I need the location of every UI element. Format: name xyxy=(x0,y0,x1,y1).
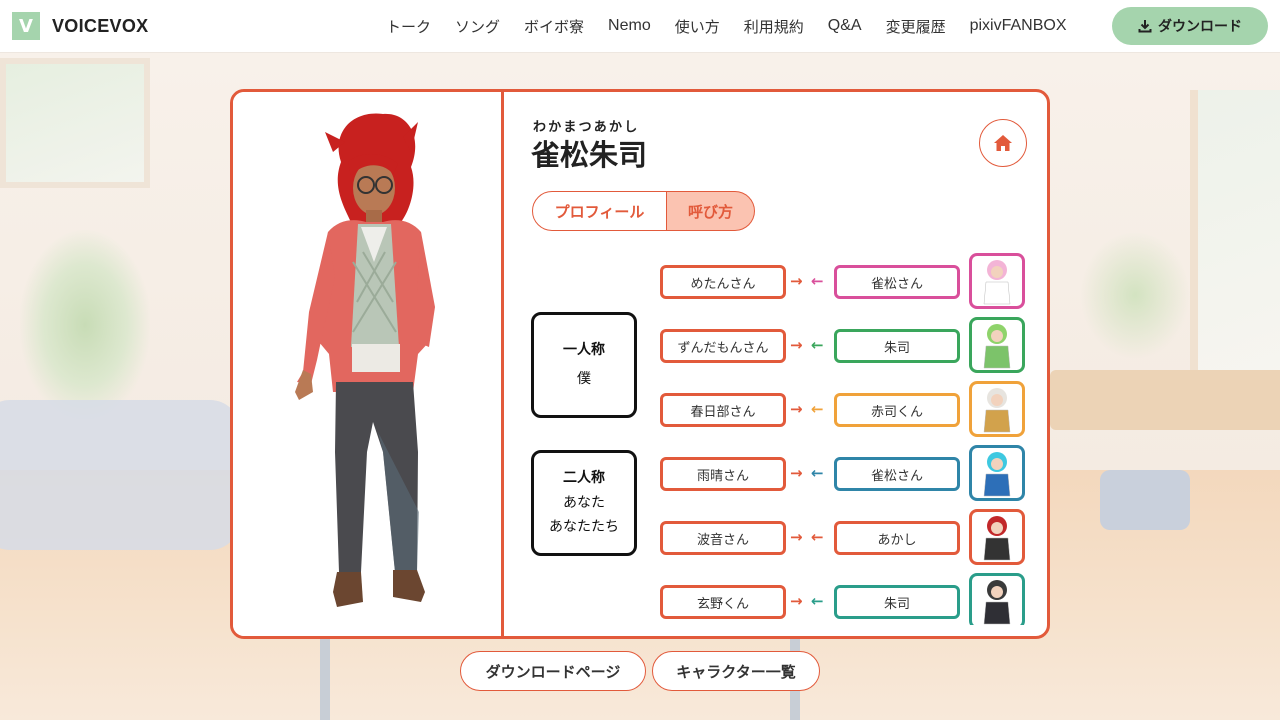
nav-link-nemo[interactable]: Nemo xyxy=(608,17,651,35)
called-by-label: 雀松さん xyxy=(834,265,960,299)
call-row: めたんさん → ← 雀松さん xyxy=(660,253,1030,309)
download-label: ダウンロード xyxy=(1158,19,1242,35)
arrow-left-icon: ← xyxy=(811,528,824,546)
first-person-label: 一人称 xyxy=(563,342,605,358)
calls-them-label: ずんだもんさん xyxy=(660,329,786,363)
home-icon xyxy=(994,135,1012,151)
arrow-right-icon: → xyxy=(790,592,803,610)
calls-them-label: 波音さん xyxy=(660,521,786,555)
called-by-label: 雀松さん xyxy=(834,457,960,491)
character-thumbnail-icon xyxy=(983,324,1011,369)
second-person-value-1: あなた xyxy=(563,495,605,511)
character-thumbnail[interactable] xyxy=(969,573,1025,625)
nav-link-dorm[interactable]: ボイボ寮 xyxy=(524,16,584,37)
character-thumbnail[interactable] xyxy=(969,253,1025,309)
nav-link-talk[interactable]: トーク xyxy=(386,16,431,37)
calls-them-label: 春日部さん xyxy=(660,393,786,427)
character-name: 雀松朱司 xyxy=(531,138,648,172)
nav-link-fanbox[interactable]: pixivFANBOX xyxy=(970,17,1067,35)
nav-link-changelog[interactable]: 変更履歴 xyxy=(886,16,946,37)
logo-mark: V xyxy=(12,12,40,40)
call-row: 春日部さん → ← 赤司くん xyxy=(660,381,1030,437)
character-thumbnail[interactable] xyxy=(969,445,1025,501)
character-thumbnail[interactable] xyxy=(969,509,1025,565)
character-detail-pane: わかまつあかし 雀松朱司 プロフィール 呼び方 一人称 僕 二人称 あなた あな… xyxy=(507,92,1047,636)
called-by-label: あかし xyxy=(834,521,960,555)
first-person-box: 一人称 僕 xyxy=(531,312,637,418)
logo[interactable]: V VOICEVOX xyxy=(12,12,148,40)
calls-them-label: めたんさん xyxy=(660,265,786,299)
call-list: めたんさん → ← 雀松さん ずんだもんさん → ← 朱司 春日部さん → ← 赤司くん 雨晴さん → ← 雀… xyxy=(660,253,1040,625)
arrow-left-icon: ← xyxy=(811,336,824,354)
arrow-right-icon: → xyxy=(790,464,803,482)
home-button[interactable] xyxy=(979,119,1027,167)
top-nav: V VOICEVOX トーク ソング ボイボ寮 Nemo 使い方 利用規約 Q&… xyxy=(0,0,1280,52)
character-thumbnail[interactable] xyxy=(969,317,1025,373)
arrow-left-icon: ← xyxy=(811,464,824,482)
call-row: 雨晴さん → ← 雀松さん xyxy=(660,445,1030,501)
character-thumbnail[interactable] xyxy=(969,381,1025,437)
nav-link-howto[interactable]: 使い方 xyxy=(675,16,720,37)
download-button[interactable]: ダウンロード xyxy=(1112,7,1268,45)
called-by-label: 朱司 xyxy=(834,329,960,363)
called-by-label: 朱司 xyxy=(834,585,960,619)
character-list-button[interactable]: キャラクター一覧 xyxy=(652,651,820,691)
tab-profile[interactable]: プロフィール xyxy=(532,191,667,231)
character-illustration xyxy=(295,113,435,607)
nav-link-qa[interactable]: Q&A xyxy=(828,17,862,35)
character-card: わかまつあかし 雀松朱司 プロフィール 呼び方 一人称 僕 二人称 あなた あな… xyxy=(230,89,1050,639)
character-thumbnail-icon xyxy=(983,452,1011,497)
character-thumbnail-icon xyxy=(983,388,1011,433)
call-row: 玄野くん → ← 朱司 xyxy=(660,573,1030,625)
second-person-value-2: あなたたち xyxy=(549,519,619,535)
calls-them-label: 玄野くん xyxy=(660,585,786,619)
arrow-right-icon: → xyxy=(790,528,803,546)
calls-them-label: 雨晴さん xyxy=(660,457,786,491)
call-row: ずんだもんさん → ← 朱司 xyxy=(660,317,1030,373)
arrow-left-icon: ← xyxy=(811,592,824,610)
call-row: 波音さん → ← あかし xyxy=(660,509,1030,565)
nav-link-song[interactable]: ソング xyxy=(455,16,500,37)
character-thumbnail-icon xyxy=(983,260,1011,305)
download-page-button[interactable]: ダウンロードページ xyxy=(460,651,646,691)
called-by-label: 赤司くん xyxy=(834,393,960,427)
character-thumbnail-icon xyxy=(983,516,1011,561)
second-person-label: 二人称 xyxy=(563,470,605,486)
tab-call[interactable]: 呼び方 xyxy=(667,191,755,231)
arrow-left-icon: ← xyxy=(811,272,824,290)
download-icon xyxy=(1138,20,1152,33)
first-person-value: 僕 xyxy=(577,371,591,387)
character-portrait-pane xyxy=(233,92,504,636)
character-thumbnail-icon xyxy=(983,580,1011,625)
arrow-left-icon: ← xyxy=(811,400,824,418)
nav-link-terms[interactable]: 利用規約 xyxy=(744,16,804,37)
arrow-right-icon: → xyxy=(790,336,803,354)
nav-links: トーク ソング ボイボ寮 Nemo 使い方 利用規約 Q&A 変更履歴 pixi… xyxy=(386,0,1091,52)
second-person-box: 二人称 あなた あなたたち xyxy=(531,450,637,556)
arrow-right-icon: → xyxy=(790,400,803,418)
arrow-right-icon: → xyxy=(790,272,803,290)
logo-text: VOICEVOX xyxy=(52,15,149,36)
detail-tabs: プロフィール 呼び方 xyxy=(532,191,755,231)
